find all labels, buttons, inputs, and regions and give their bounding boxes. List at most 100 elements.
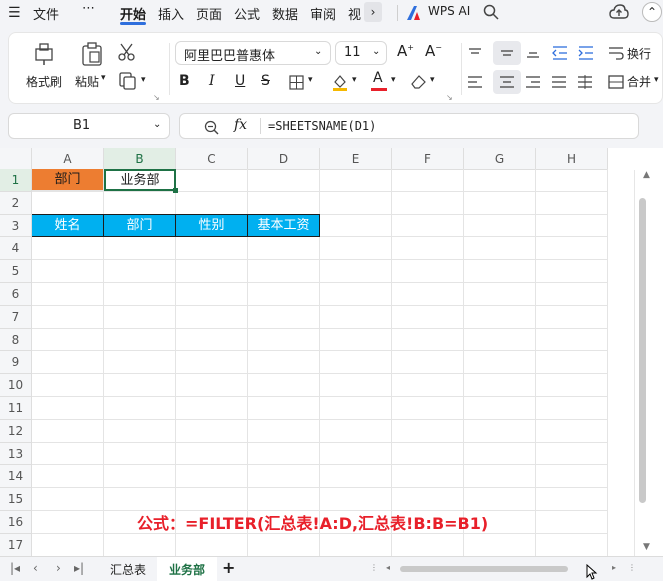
grid-cell[interactable]	[176, 443, 248, 465]
copy-icon[interactable]	[119, 72, 137, 90]
grid-cell[interactable]	[32, 351, 104, 374]
tab-page[interactable]: 页面	[196, 4, 222, 23]
grid-cell[interactable]	[176, 351, 248, 374]
grid-cell[interactable]	[248, 534, 320, 556]
align-center-button[interactable]	[493, 70, 521, 94]
cell-a3[interactable]: 姓名	[32, 214, 104, 237]
grid-cell[interactable]	[320, 443, 392, 465]
column-header-b[interactable]: B	[104, 148, 176, 170]
eraser-icon[interactable]	[410, 74, 427, 89]
grid-cell[interactable]	[248, 306, 320, 329]
decrease-font-size-icon[interactable]: A−	[425, 42, 442, 60]
grid-cell[interactable]	[176, 192, 248, 215]
increase-indent-icon[interactable]	[577, 45, 595, 61]
collapse-ribbon-button[interactable]: ⌃	[642, 2, 662, 22]
font-expand-icon[interactable]: ↘	[446, 93, 453, 102]
grid-cell[interactable]	[392, 534, 464, 556]
grid-cell[interactable]	[32, 192, 104, 215]
horizontal-scroll-thumb[interactable]	[400, 566, 568, 572]
row-header-7[interactable]: 7	[0, 306, 32, 329]
increase-font-size-icon[interactable]: A+	[397, 42, 414, 60]
grid-cell[interactable]	[248, 420, 320, 443]
grid-cell[interactable]	[536, 260, 608, 283]
column-header-f[interactable]: F	[392, 148, 464, 170]
grid-cell[interactable]	[392, 306, 464, 329]
grid-cell[interactable]	[248, 351, 320, 374]
grid-cell[interactable]	[536, 420, 608, 443]
grid-cell[interactable]	[104, 306, 176, 329]
grid-cell[interactable]	[464, 260, 536, 283]
borders-icon[interactable]	[289, 75, 304, 90]
grid-cell[interactable]	[536, 488, 608, 511]
grid-cell[interactable]	[392, 465, 464, 488]
grid-cell[interactable]	[32, 511, 104, 534]
grid-cell[interactable]	[320, 283, 392, 306]
sheet-tab-active[interactable]: 业务部	[157, 557, 217, 581]
fx-icon[interactable]: fx	[234, 117, 247, 133]
grid-cell[interactable]	[392, 397, 464, 420]
grid-cell[interactable]	[464, 283, 536, 306]
fill-handle[interactable]	[173, 188, 178, 193]
grid-cell[interactable]	[464, 420, 536, 443]
distribute-icon[interactable]	[577, 75, 593, 89]
grid-cell[interactable]	[392, 237, 464, 260]
grid-cell[interactable]	[248, 374, 320, 397]
grid-cell[interactable]	[320, 374, 392, 397]
grid-cell[interactable]	[320, 329, 392, 351]
sheet-tab-summary[interactable]: 汇总表	[110, 561, 146, 578]
align-right-icon[interactable]	[525, 75, 541, 89]
grid-cell[interactable]	[104, 397, 176, 420]
paste-dropdown-icon[interactable]: ▾	[101, 73, 106, 83]
grid-cell[interactable]	[392, 374, 464, 397]
grid-cell[interactable]	[536, 397, 608, 420]
grid-cell[interactable]	[536, 329, 608, 351]
grid-cell[interactable]	[464, 374, 536, 397]
grid-cell[interactable]	[104, 420, 176, 443]
formula-input[interactable]: fx =SHEETSNAME(D1)	[179, 113, 639, 139]
chevron-right-icon[interactable]: ›	[364, 2, 382, 22]
grid-cell[interactable]	[320, 420, 392, 443]
bold-button[interactable]: B	[179, 73, 190, 89]
font-color-icon[interactable]: A	[371, 70, 387, 92]
grid-cell[interactable]	[104, 351, 176, 374]
wrap-text-button[interactable]: 换行	[627, 45, 651, 62]
grid-cell[interactable]	[104, 465, 176, 488]
merge-cells-button[interactable]: 合并	[627, 73, 651, 90]
grid-cell[interactable]	[392, 192, 464, 215]
grid-cell[interactable]	[464, 488, 536, 511]
grid-cell[interactable]	[536, 169, 608, 192]
cell-c3[interactable]: 性别	[176, 214, 248, 237]
grid-cell[interactable]	[248, 237, 320, 260]
grid-cell[interactable]	[248, 329, 320, 351]
grid-cell[interactable]	[248, 397, 320, 420]
formula-text[interactable]: =SHEETSNAME(D1)	[268, 119, 376, 133]
name-box[interactable]: B1 ⌄	[8, 113, 170, 139]
grid-cell[interactable]	[248, 488, 320, 511]
next-sheet-icon[interactable]: ›	[56, 561, 61, 575]
copy-dropdown-icon[interactable]: ▾	[141, 75, 146, 85]
align-middle-button[interactable]	[493, 41, 521, 65]
grid-cell[interactable]	[536, 465, 608, 488]
grid-cell[interactable]	[176, 237, 248, 260]
grid-cell[interactable]	[32, 397, 104, 420]
underline-button[interactable]: U	[235, 73, 245, 89]
align-left-icon[interactable]	[467, 75, 483, 89]
grid-cell[interactable]	[176, 420, 248, 443]
more-menu-icon[interactable]: ⋯	[82, 1, 95, 16]
cell-b1-active[interactable]: 业务部	[104, 169, 176, 191]
tab-home[interactable]: 开始	[120, 4, 146, 23]
clipboard-expand-icon[interactable]: ↘	[153, 93, 160, 102]
prev-sheet-icon[interactable]: ‹	[33, 561, 38, 575]
paste-icon[interactable]	[81, 42, 103, 66]
column-header-d[interactable]: D	[248, 148, 320, 170]
grid-cell[interactable]	[176, 534, 248, 556]
grid-cell[interactable]	[104, 192, 176, 215]
cell-a1[interactable]: 部门	[32, 169, 104, 191]
grid-cell[interactable]	[536, 443, 608, 465]
justify-icon[interactable]	[551, 75, 567, 89]
grid-cell[interactable]	[104, 237, 176, 260]
grid-cell[interactable]	[464, 397, 536, 420]
grid-cell[interactable]	[392, 283, 464, 306]
row-header-16[interactable]: 16	[0, 511, 32, 534]
grid-cell[interactable]	[536, 534, 608, 556]
